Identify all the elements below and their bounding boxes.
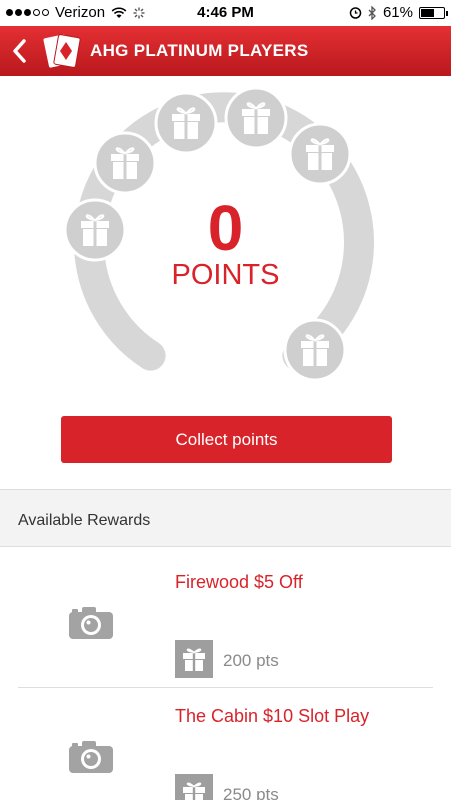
milestone-gift-icon bbox=[283, 318, 347, 382]
alarm-icon bbox=[349, 7, 362, 19]
reward-item[interactable]: The Cabin $10 Slot Play 250 pts bbox=[0, 690, 451, 800]
bluetooth-icon bbox=[368, 5, 376, 20]
battery-percent: 61% bbox=[382, 4, 413, 21]
reward-points: 250 pts bbox=[223, 785, 279, 800]
points-meter: 0 POINTS bbox=[0, 76, 451, 416]
app-logo bbox=[43, 34, 81, 68]
points-label: POINTS bbox=[171, 259, 280, 291]
rewards-section-header: Available Rewards bbox=[0, 489, 451, 547]
reward-item[interactable]: Firewood $5 Off 200 pts bbox=[0, 548, 451, 688]
row-divider bbox=[18, 687, 433, 688]
milestone-gift-icon bbox=[154, 91, 218, 155]
reward-title: Firewood $5 Off bbox=[175, 572, 303, 592]
camera-placeholder-icon bbox=[69, 741, 113, 773]
back-button[interactable] bbox=[8, 35, 30, 67]
milestone-gift-icon bbox=[224, 86, 288, 150]
milestone-gift-icon bbox=[288, 122, 352, 186]
page-title: AHG PLATINUM PLAYERS bbox=[90, 41, 309, 60]
reward-gift-icon bbox=[175, 774, 213, 800]
collect-points-button[interactable]: Collect points bbox=[61, 416, 392, 463]
points-value: 0 bbox=[207, 192, 244, 264]
reward-gift-icon bbox=[175, 640, 213, 678]
battery-icon bbox=[419, 6, 448, 19]
navbar: AHG PLATINUM PLAYERS bbox=[0, 26, 451, 76]
milestone-gift-icon bbox=[93, 131, 157, 195]
camera-placeholder-icon bbox=[69, 607, 113, 639]
reward-points: 200 pts bbox=[223, 651, 279, 670]
reward-title: The Cabin $10 Slot Play bbox=[175, 706, 370, 726]
rewards-header-label: Available Rewards bbox=[18, 512, 151, 529]
status-right: 61% bbox=[349, 4, 448, 21]
status-bar: Verizon 4:46 PM 61% bbox=[0, 0, 451, 26]
